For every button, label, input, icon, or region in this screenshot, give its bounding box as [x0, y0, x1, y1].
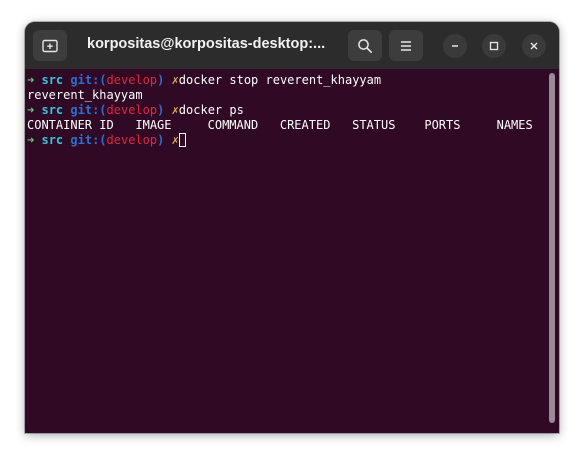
minimize-button[interactable]: [443, 34, 467, 58]
menu-button[interactable]: [389, 30, 423, 61]
prompt-git-close: ): [157, 133, 165, 147]
scrollbar[interactable]: [549, 73, 555, 423]
prompt-git-close: ): [157, 103, 165, 117]
new-tab-icon: [42, 39, 58, 52]
prompt-arrow: ➜: [27, 133, 35, 147]
prompt-arrow: ➜: [27, 103, 35, 117]
text-cursor: [178, 133, 186, 147]
new-tab-button[interactable]: [33, 30, 67, 61]
close-icon: [530, 42, 538, 50]
command-text: docker ps: [178, 103, 244, 117]
window-title: korpositas@korpositas-desktop:...: [87, 36, 326, 52]
title-bar: korpositas@korpositas-desktop:...: [25, 22, 559, 69]
prompt-dir: src: [41, 73, 64, 87]
prompt-branch: develop: [106, 133, 158, 147]
maximize-icon: [489, 41, 499, 51]
terminal-window: korpositas@korpositas-desktop:... ➜ src …: [25, 22, 559, 433]
output-line: reverent_khayyam: [27, 88, 143, 102]
prompt-dir: src: [41, 133, 64, 147]
search-icon: [358, 38, 372, 53]
prompt-arrow: ➜: [27, 73, 35, 87]
close-button[interactable]: [522, 34, 546, 58]
search-button[interactable]: [348, 30, 382, 61]
output-line: CONTAINER ID IMAGE COMMAND CREATED STATU…: [27, 118, 533, 132]
hamburger-menu-icon: [401, 40, 411, 51]
prompt-dirty-marker: ✗: [171, 73, 179, 87]
prompt-branch: develop: [106, 103, 158, 117]
prompt-git-close: ): [157, 73, 165, 87]
prompt-line: ➜ src git:(develop) ✗docker ps: [27, 103, 244, 118]
prompt-git-label: git:(: [70, 73, 107, 87]
minimize-icon: [452, 45, 458, 47]
command-text: docker stop reverent_khayyam: [178, 73, 382, 87]
prompt-dir: src: [41, 103, 64, 117]
terminal-output[interactable]: ➜ src git:(develop) ✗docker stop reveren…: [25, 69, 559, 433]
prompt-git-label: git:(: [70, 103, 107, 117]
prompt-branch: develop: [106, 73, 158, 87]
prompt-line: ➜ src git:(develop) ✗docker stop reveren…: [27, 73, 381, 88]
maximize-button[interactable]: [482, 34, 506, 58]
prompt-dirty-marker: ✗: [171, 103, 179, 117]
prompt-dirty-marker: ✗: [171, 133, 179, 147]
prompt-line: ➜ src git:(develop) ✗: [27, 133, 186, 148]
prompt-git-label: git:(: [70, 133, 107, 147]
